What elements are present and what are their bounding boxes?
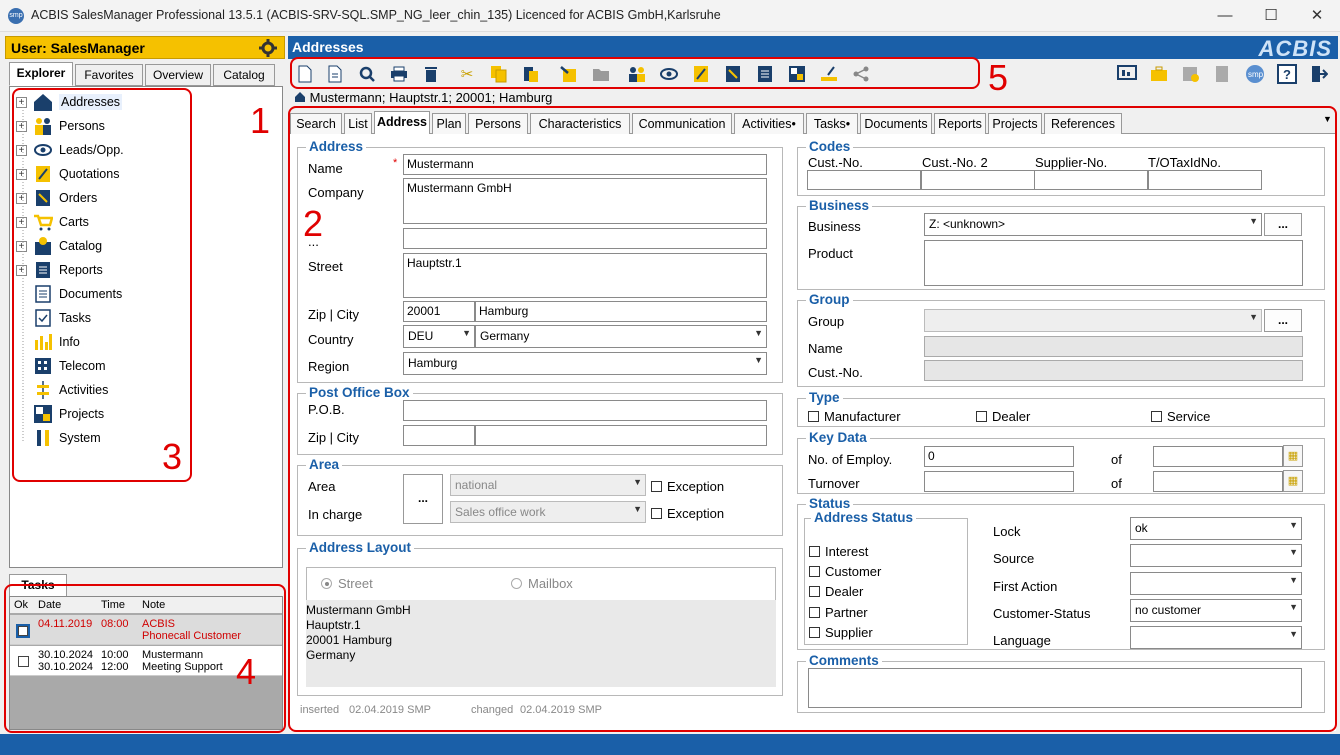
window-title: ACBIS SalesManager Professional 13.5.1 (… <box>31 8 721 22</box>
annotation-number-5: 5 <box>988 57 1009 98</box>
tab-favorites[interactable]: Favorites <box>75 64 143 86</box>
module-header: Addresses ACBIS <box>288 36 1338 61</box>
help-icon[interactable]: ? <box>1276 63 1298 85</box>
approved-document-icon[interactable] <box>1180 63 1202 85</box>
left-tab-bar: Explorer Favorites Overview Catalog <box>5 62 285 86</box>
settings-gear-icon[interactable] <box>258 38 278 63</box>
module-title: Addresses <box>292 39 364 55</box>
close-button[interactable]: ✕ <box>1302 6 1332 26</box>
breadcrumb: Mustermann; Hauptstr.1; 20001; Hamburg <box>294 90 552 105</box>
annotation-box-tree <box>12 88 192 482</box>
exit-icon[interactable] <box>1308 63 1330 85</box>
annotation-box-toolbar <box>290 57 980 89</box>
minimize-button[interactable]: — <box>1210 6 1240 26</box>
user-bar: User: SalesManager <box>5 36 285 59</box>
house-icon <box>294 91 306 103</box>
svg-text:smp: smp <box>1248 70 1264 79</box>
smp-logo-icon[interactable]: smp <box>1242 63 1268 85</box>
briefcase-icon[interactable] <box>1148 63 1170 85</box>
status-bar <box>0 734 1340 755</box>
annotation-number-1: 1 <box>250 100 271 141</box>
svg-text:?: ? <box>1283 67 1291 82</box>
tab-explorer[interactable]: Explorer <box>9 62 73 86</box>
annotation-number-4: 4 <box>236 651 257 692</box>
maximize-button[interactable]: ☐ <box>1256 6 1286 26</box>
notes-icon[interactable] <box>1212 63 1234 85</box>
breadcrumb-text: Mustermann; Hauptstr.1; 20001; Hamburg <box>309 90 553 105</box>
annotation-number-3: 3 <box>162 436 183 477</box>
app-icon: smp <box>8 8 24 24</box>
user-label: User: SalesManager <box>11 40 145 56</box>
window-title-bar: smp ACBIS SalesManager Professional 13.5… <box>0 0 1340 32</box>
dashboard-icon[interactable] <box>1116 63 1138 85</box>
tab-overview[interactable]: Overview <box>145 64 211 86</box>
annotation-box-form <box>288 106 1337 732</box>
tab-catalog[interactable]: Catalog <box>213 64 275 86</box>
annotation-number-2: 2 <box>303 203 324 244</box>
